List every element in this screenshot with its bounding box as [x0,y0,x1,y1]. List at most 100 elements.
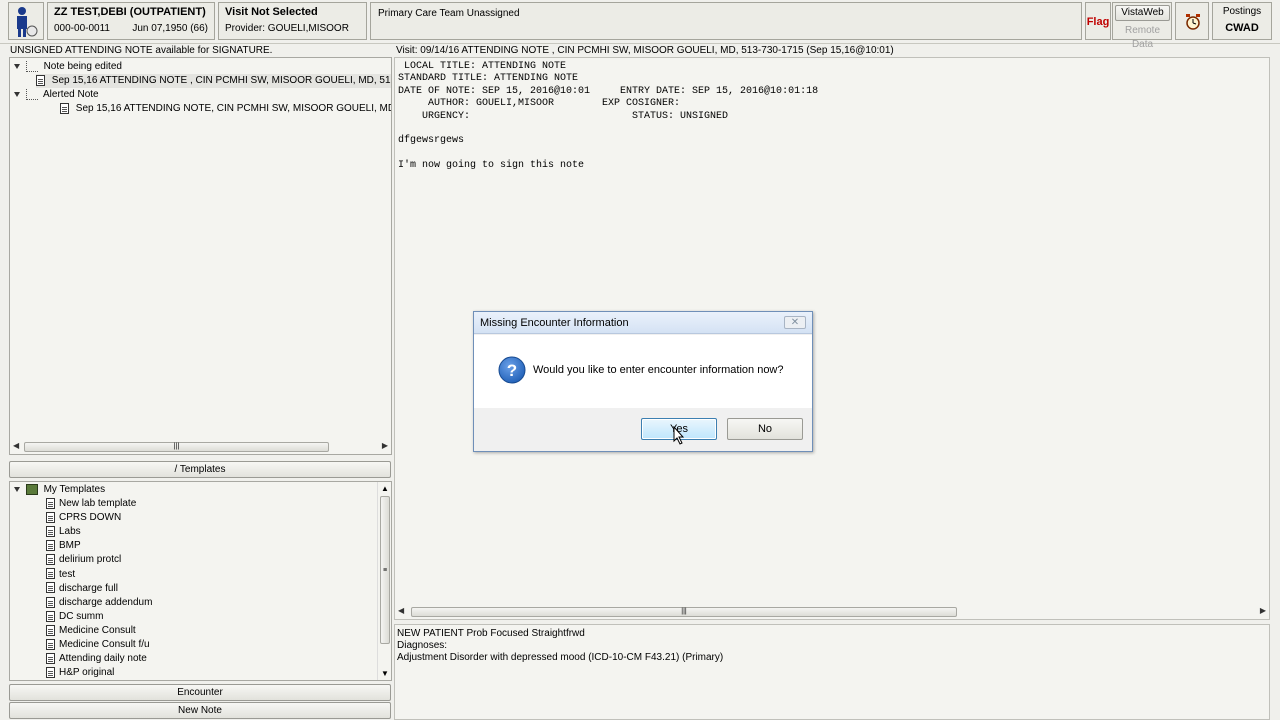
new-note-label: New Note [178,705,222,716]
scrollbar-thumb[interactable]: ||| [24,442,329,452]
dialog-close-button[interactable]: ✕ [784,316,806,329]
template-label: discharge full [59,582,118,594]
question-icon: ? [498,356,526,384]
note-text-line: LOCAL TITLE: ATTENDING NOTE [398,61,567,72]
scrollbar-thumb[interactable]: ≡ [380,496,390,644]
template-item[interactable]: BMP [46,539,81,553]
templates-folder-icon [25,483,38,495]
group-label: Note being edited [43,61,122,72]
templates-root-label: My Templates [43,484,106,495]
vistaweb-panel: VistaWeb Remote Data [1112,2,1172,50]
alarm-clock-icon [1186,14,1200,30]
vistaweb-label: VistaWeb [1121,7,1164,18]
template-note-icon [46,610,55,622]
template-note-icon [46,652,55,664]
unsigned-notes-title: UNSIGNED ATTENDING NOTE available for SI… [10,45,273,56]
note-icon [36,74,45,86]
notes-tree-horizontal-scrollbar[interactable]: ◀ ||| ▶ [10,440,391,454]
template-label: New lab template [59,498,137,509]
template-item[interactable]: DC summ [46,610,103,624]
note-text-line: dfgewsrgews [398,135,465,147]
template-note-icon [46,638,55,650]
template-item[interactable]: CPRS DOWN [46,511,121,525]
group-label: Alerted Note [43,89,99,100]
template-item[interactable]: New lab template [46,497,136,511]
care-team-panel[interactable]: Primary Care Team Unassigned [370,2,1082,40]
postings-label: Postings [1222,6,1262,17]
template-item[interactable]: Medicine Consult [46,624,136,638]
scroll-left-arrow-icon[interactable]: ◀ [398,606,404,615]
note-icon [60,102,69,114]
scroll-right-arrow-icon[interactable]: ▶ [382,441,388,450]
template-item[interactable]: Labs [46,525,81,539]
scrollbar-thumb[interactable]: ||| [411,607,957,617]
scroll-down-arrow-icon[interactable]: ▼ [381,669,389,678]
postings-button[interactable]: Postings CWAD [1212,2,1272,40]
template-item[interactable]: Attending daily note [46,652,147,666]
folder-tree-icon [25,60,38,72]
templates-tree: My Templates New lab template CPRS DOWN La… [9,481,392,681]
template-label: discharge addendum [59,596,153,608]
note-item-label: Sep 15,16 ATTENDING NOTE, CIN PCMHI SW, … [75,103,391,114]
template-label: test [59,568,76,580]
template-item[interactable]: discharge addendum [46,596,152,610]
template-label: Labs [59,526,81,538]
visit-info-button[interactable]: Visit Not Selected Provider: GOUELI,MISO… [218,2,367,40]
dialog-title-bar[interactable]: Missing Encounter Information ✕ [474,312,812,334]
templates-button[interactable]: / Templates [9,461,391,478]
patient-icon-button[interactable] [8,2,44,40]
encounter-diagnosis: Adjustment Disorder with depressed mood … [397,652,724,663]
vistaweb-button[interactable]: VistaWeb [1115,5,1170,21]
templates-vertical-scrollbar[interactable]: ▲ ≡ ▼ [377,482,391,680]
collapse-icon [14,91,20,97]
template-note-icon [46,554,55,566]
template-label: BMP [59,540,81,552]
patient-person-icon [17,7,38,37]
remote-data-button[interactable]: Remote Data [1115,24,1170,50]
templates-root[interactable]: My Templates [14,483,105,497]
note-text-line: STANDARD TITLE: ATTENDING NOTE [398,73,579,85]
tree-item-alerted-note[interactable]: Sep 15,16 ATTENDING NOTE, CIN PCMHI SW, … [60,102,391,116]
tree-group-alerted-note[interactable]: Alerted Note [14,88,99,102]
reminders-button[interactable] [1175,2,1209,40]
template-label: Attending daily note [59,653,147,665]
template-label: H&P original [59,667,115,679]
no-button[interactable]: No [727,418,803,440]
encounter-label: Encounter [177,687,223,698]
note-text-line [398,148,818,160]
patient-info-button[interactable]: ZZ TEST,DEBI (OUTPATIENT) 000-00-0011 Ju… [47,2,215,40]
template-note-icon [46,526,55,538]
encounter-summary: NEW PATIENT Prob Focused Straightfrwd Di… [394,624,1270,720]
cwad-label: CWAD [1225,22,1259,34]
encounter-diagnoses-label: Diagnoses: [397,640,448,651]
template-label: delirium protcl [59,554,122,566]
provider-name: GOUELI,MISOOR [267,23,349,34]
scroll-left-arrow-icon[interactable]: ◀ [13,441,19,450]
scroll-up-arrow-icon[interactable]: ▲ [381,484,389,493]
template-item[interactable]: discharge full [46,582,118,596]
template-item[interactable]: delirium protcl [46,553,121,567]
svg-text:?: ? [507,361,517,380]
note-text-line: AUTHOR: GOUELI,MISOOR EXP COSIGNER: [398,98,681,110]
mouse-cursor-icon [673,426,685,445]
flag-button[interactable]: Flag [1085,2,1111,40]
new-note-button[interactable]: New Note [9,702,391,719]
note-text-line: URGENCY: STATUS: UNSIGNED [398,110,729,122]
template-item[interactable]: test [46,568,75,582]
encounter-button[interactable]: Encounter [9,684,391,701]
tree-item-note-being-edited[interactable]: Sep 15,16 ATTENDING NOTE , CIN PCMHI SW,… [36,74,391,88]
template-label: Medicine Consult [59,624,136,636]
patient-name: ZZ TEST,DEBI (OUTPATIENT) [54,6,206,18]
note-item-label: Sep 15,16 ATTENDING NOTE , CIN PCMHI SW,… [51,75,391,86]
scroll-right-arrow-icon[interactable]: ▶ [1260,606,1266,615]
visit-status: Visit Not Selected [225,6,318,18]
remote-data-label: Remote Data [1124,25,1160,50]
tree-group-note-being-edited[interactable]: Note being edited [14,60,122,74]
care-team-label: Primary Care Team Unassigned [378,8,520,19]
template-label: DC summ [59,610,104,622]
note-horizontal-scrollbar[interactable]: ◀ ||| ▶ [395,605,1269,619]
template-item[interactable]: H&P original [46,666,114,680]
template-item[interactable]: Medicine Consult f/u [46,638,150,652]
collapse-icon [14,63,20,69]
dialog-message: Would you like to enter encounter inform… [533,364,784,376]
